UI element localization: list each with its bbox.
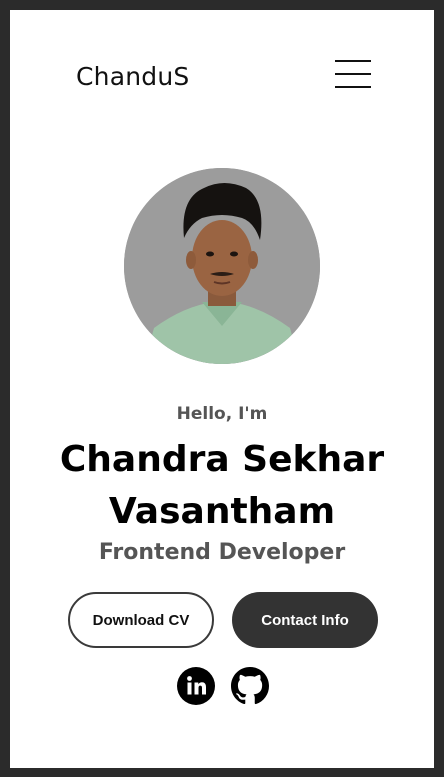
linkedin-icon[interactable] bbox=[177, 667, 215, 705]
page: ChanduS Hello, I'm Chandra Sekhar Vasant… bbox=[10, 10, 434, 768]
menu-bar bbox=[335, 73, 371, 75]
hamburger-menu-icon[interactable] bbox=[335, 60, 371, 88]
profile-photo-illustration bbox=[124, 168, 320, 364]
name-line-2: Vasantham bbox=[108, 491, 336, 532]
role-title: Frontend Developer bbox=[98, 540, 346, 565]
profile-photo bbox=[124, 168, 320, 364]
full-name: Chandra Sekhar Vasantham bbox=[10, 434, 434, 538]
contact-info-button[interactable]: Contact Info bbox=[232, 592, 378, 648]
name-line-1: Chandra Sekhar bbox=[59, 439, 385, 480]
github-icon[interactable] bbox=[231, 667, 269, 705]
download-cv-button[interactable]: Download CV bbox=[68, 592, 214, 648]
menu-bar bbox=[335, 60, 371, 62]
menu-bar bbox=[335, 86, 371, 88]
greeting-text: Hello, I'm bbox=[176, 404, 268, 424]
brand-logo[interactable]: ChanduS bbox=[76, 62, 189, 91]
